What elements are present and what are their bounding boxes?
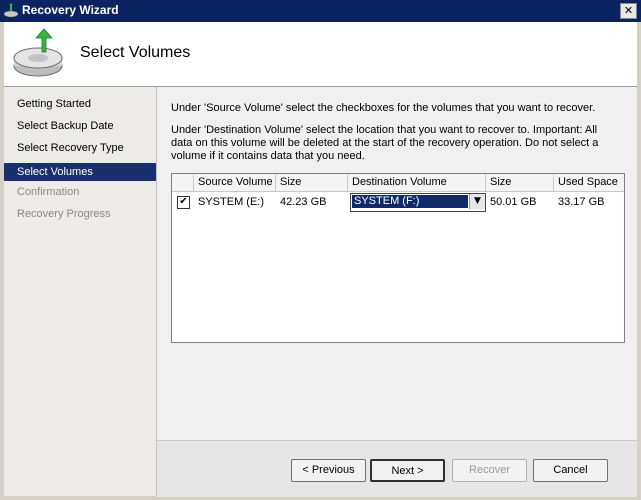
page-title: Select Volumes — [80, 44, 191, 61]
wizard-header: Select Volumes — [4, 22, 637, 87]
col-source-volume[interactable]: Source Volume — [194, 174, 276, 191]
sidebar-item-select-backup-date[interactable]: Select Backup Date — [4, 117, 156, 135]
volumes-table: Source Volume Size Destination Volume Si… — [171, 173, 625, 343]
col-destination-size[interactable]: Size — [486, 174, 554, 191]
cancel-button[interactable]: Cancel — [533, 459, 608, 482]
source-volume-cell: SYSTEM (E:) — [198, 196, 265, 208]
sidebar-item-select-volumes[interactable]: Select Volumes — [4, 163, 156, 181]
destination-size-cell: 50.01 GB — [490, 196, 537, 208]
checkbox-column-header — [172, 174, 194, 191]
window-title: Recovery Wizard — [22, 3, 119, 17]
recover-volume-checkbox[interactable]: ✔ — [177, 196, 190, 209]
table-header: Source Volume Size Destination Volume Si… — [172, 174, 624, 192]
title-bar: Recovery Wizard ✕ — [0, 0, 641, 22]
destination-volume-value: SYSTEM (F:) — [352, 195, 468, 208]
col-source-size[interactable]: Size — [276, 174, 348, 191]
recover-button: Recover — [452, 459, 527, 482]
col-destination-volume[interactable]: Destination Volume — [348, 174, 486, 191]
recovery-wizard-window: Recovery Wizard ✕ Select Volumes Getting… — [0, 0, 641, 500]
used-space-cell: 33.17 GB — [558, 196, 605, 208]
source-instruction: Under 'Source Volume' select the checkbo… — [171, 102, 596, 114]
next-button[interactable]: Next > — [370, 459, 445, 482]
sidebar-item-confirmation: Confirmation — [17, 186, 80, 198]
source-size-cell: 42.23 GB — [280, 196, 327, 208]
table-row[interactable]: ✔ SYSTEM (E:) 42.23 GB SYSTEM (F:) ▼ 50.… — [172, 192, 624, 212]
sidebar-item-recovery-progress: Recovery Progress — [17, 208, 111, 220]
wizard-footer: < Previous Next > Recover Cancel — [157, 440, 637, 497]
previous-button[interactable]: < Previous — [291, 459, 366, 482]
recovery-wizard-icon — [3, 3, 19, 18]
destination-instruction: Under 'Destination Volume' select the lo… — [171, 124, 599, 162]
disk-recovery-icon — [13, 28, 63, 77]
col-used-space[interactable]: Used Space — [554, 174, 624, 191]
main-content: Under 'Source Volume' select the checkbo… — [157, 87, 637, 497]
destination-volume-dropdown[interactable]: SYSTEM (F:) ▼ — [350, 193, 486, 212]
close-icon: ✕ — [623, 4, 634, 17]
dropdown-arrow-icon[interactable]: ▼ — [469, 194, 485, 209]
wizard-steps-sidebar: Getting Started Select Backup Date Selec… — [4, 87, 157, 496]
sidebar-item-getting-started[interactable]: Getting Started — [4, 95, 156, 113]
sidebar-item-select-recovery-type[interactable]: Select Recovery Type — [4, 139, 156, 157]
check-mark-icon: ✔ — [179, 196, 188, 207]
close-button[interactable]: ✕ — [620, 3, 637, 19]
